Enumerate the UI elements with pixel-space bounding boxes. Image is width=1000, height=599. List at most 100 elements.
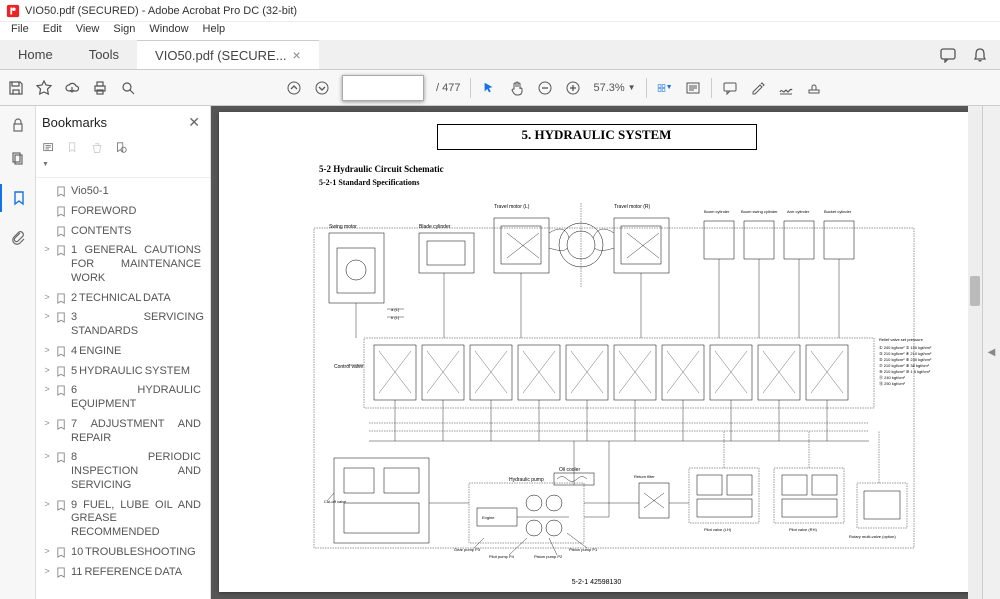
bookmark-item[interactable]: >4 ENGINE <box>38 342 208 362</box>
page-footer: 5-2-1 42598130 <box>219 579 974 586</box>
menu-window[interactable]: Window <box>142 22 195 40</box>
thumbnails-icon[interactable] <box>9 150 27 168</box>
highlight-icon[interactable] <box>750 80 766 96</box>
svg-text:⑦ 210 kgf/cm² ⑧ 38 kgf/cm²: ⑦ 210 kgf/cm² ⑧ 38 kgf/cm² <box>879 363 930 368</box>
cloud-icon[interactable] <box>64 80 80 96</box>
bookmark-icon <box>56 206 67 217</box>
bookmark-item[interactable]: >9 FUEL, LUBE OIL AND GREASE RECOMMENDED <box>38 496 208 543</box>
reflow-icon[interactable] <box>685 80 701 96</box>
pdf-icon <box>6 4 20 18</box>
bookmark-tree[interactable]: Vio50-1 FOREWORD CONTENTS >1 GENERAL CAU… <box>36 178 210 599</box>
bookmarks-panel: Bookmarks ✕ ▼ Vio50-1 FOREWORD CONTENTS … <box>36 106 211 599</box>
tab-close-icon[interactable]: × <box>293 47 301 63</box>
scrollbar-thumb[interactable] <box>970 276 980 306</box>
bell-icon[interactable] <box>972 47 988 63</box>
bookmark-icon <box>56 385 67 396</box>
svg-text:Bucket cylinder: Bucket cylinder <box>824 209 852 214</box>
menu-sign[interactable]: Sign <box>106 22 142 40</box>
svg-text:Travel motor (R): Travel motor (R) <box>614 204 651 210</box>
bookmark-icon <box>56 293 67 304</box>
titlebar: VIO50.pdf (SECURED) - Adobe Acrobat Pro … <box>0 0 1000 22</box>
bookmark-item[interactable]: Vio50-1 <box>38 182 208 202</box>
bookmark-item[interactable]: FOREWORD <box>38 202 208 222</box>
attachments-icon[interactable] <box>9 228 27 246</box>
fit-mode-icon[interactable]: ▼ <box>657 80 673 96</box>
bookmark-item[interactable]: >2 TECHNICAL DATA <box>38 289 208 309</box>
bookmark-rail-icon[interactable] <box>0 184 36 212</box>
zoom-out-icon[interactable] <box>537 80 553 96</box>
bm-find-icon[interactable] <box>114 141 128 169</box>
hand-icon[interactable] <box>509 80 525 96</box>
svg-text:a (L): a (L) <box>391 307 400 312</box>
bookmarks-close-icon[interactable]: ✕ <box>188 114 200 131</box>
svg-text:Return filter: Return filter <box>634 474 655 479</box>
svg-text:Swing motor: Swing motor <box>329 224 357 230</box>
bookmark-item[interactable]: >1 GENERAL CAUTIONS FOR MAINTENANCE WORK <box>38 241 208 288</box>
bookmark-item[interactable]: CONTENTS <box>38 222 208 242</box>
page-total-label: / 477 <box>436 82 460 94</box>
svg-text:Pilot valve (RH): Pilot valve (RH) <box>789 527 817 532</box>
lock-icon[interactable] <box>9 116 27 134</box>
zoom-select[interactable]: 57.3% ▼ <box>593 82 635 94</box>
svg-text:Piston pump P1: Piston pump P1 <box>569 547 598 552</box>
chevron-left-icon: ◀ <box>988 347 996 358</box>
bm-new-icon[interactable] <box>66 141 80 169</box>
print-icon[interactable] <box>92 80 108 96</box>
chat-icon[interactable] <box>940 47 956 63</box>
bookmark-item[interactable]: >5 HYDRAULIC SYSTEM <box>38 362 208 382</box>
right-pane-toggle[interactable]: ◀ <box>982 106 1000 599</box>
bm-delete-icon[interactable] <box>90 141 104 169</box>
svg-text:Hydraulic pump: Hydraulic pump <box>509 477 544 483</box>
stamp-icon[interactable] <box>806 80 822 96</box>
svg-text:Boom cylinder: Boom cylinder <box>704 209 730 214</box>
svg-text:① 240 kgf/cm² ② 150 kgf/cm²: ① 240 kgf/cm² ② 150 kgf/cm² <box>879 345 932 350</box>
svg-text:Cut-off valve: Cut-off valve <box>324 499 347 504</box>
menu-file[interactable]: File <box>4 22 36 40</box>
page-up-icon[interactable] <box>286 80 302 96</box>
svg-text:Arm cylinder: Arm cylinder <box>787 209 810 214</box>
bookmark-item[interactable]: >10 TROUBLESHOOTING <box>38 543 208 563</box>
bookmark-icon <box>56 547 67 558</box>
bookmark-item[interactable]: >3 SERVICING STANDARDS <box>38 308 208 342</box>
search-icon[interactable] <box>120 80 136 96</box>
svg-text:Gear pump P3: Gear pump P3 <box>454 547 481 552</box>
page-number-input[interactable] <box>342 75 424 101</box>
star-icon[interactable] <box>36 80 52 96</box>
svg-text:⑤ 210 kgf/cm² ⑥ 230 kgf/cm²: ⑤ 210 kgf/cm² ⑥ 230 kgf/cm² <box>879 357 932 362</box>
bookmark-icon <box>56 452 67 463</box>
svg-text:③ 210 kgf/cm² ④ 210 kgf/cm²: ③ 210 kgf/cm² ④ 210 kgf/cm² <box>879 351 932 356</box>
subsection-title: 5-2 Hydraulic Circuit Schematic <box>319 164 934 174</box>
document-viewport[interactable]: 5. HYDRAULIC SYSTEM 5-2 Hydraulic Circui… <box>211 106 982 599</box>
page-down-icon[interactable] <box>314 80 330 96</box>
menu-help[interactable]: Help <box>196 22 233 40</box>
save-icon[interactable] <box>8 80 24 96</box>
bookmark-icon <box>56 419 67 430</box>
svg-text:⑪ 240 kgf/cm²: ⑪ 240 kgf/cm² <box>879 374 906 380</box>
bookmark-icon <box>56 346 67 357</box>
bookmark-item[interactable]: >6 HYDRAULIC EQUIPMENT <box>38 381 208 415</box>
nav-rail <box>0 106 36 599</box>
sign-icon[interactable] <box>778 80 794 96</box>
bookmark-item[interactable]: >11 REFERENCE DATA <box>38 563 208 583</box>
zoom-in-icon[interactable] <box>565 80 581 96</box>
subsubsection-title: 5-2-1 Standard Specifications <box>319 178 934 187</box>
comment-icon[interactable] <box>722 80 738 96</box>
vertical-scrollbar[interactable] <box>968 106 982 599</box>
bookmark-item[interactable]: >8 PERIODIC INSPECTION AND SERVICING <box>38 448 208 495</box>
pointer-icon[interactable] <box>481 80 497 96</box>
tab-home[interactable]: Home <box>0 40 71 69</box>
menu-view[interactable]: View <box>69 22 107 40</box>
tab-document[interactable]: VIO50.pdf (SECURE... × <box>137 40 319 69</box>
tab-tools[interactable]: Tools <box>71 40 137 69</box>
svg-text:⑨ 210 kgf/cm² ⑩ 1.5 kgf/cm²: ⑨ 210 kgf/cm² ⑩ 1.5 kgf/cm² <box>879 369 931 374</box>
window-title: VIO50.pdf (SECURED) - Adobe Acrobat Pro … <box>25 5 297 17</box>
svg-text:Boom swing cylinder: Boom swing cylinder <box>741 209 778 214</box>
bookmark-item[interactable]: >7 ADJUSTMENT AND REPAIR <box>38 415 208 449</box>
bookmark-icon <box>56 245 67 256</box>
hydraulic-schematic: Swing motor Blade cylinder Travel motor … <box>309 193 949 563</box>
svg-text:Piston pump P2: Piston pump P2 <box>534 554 563 559</box>
menu-edit[interactable]: Edit <box>36 22 69 40</box>
bookmarks-title: Bookmarks <box>42 115 107 130</box>
bm-options-icon[interactable]: ▼ <box>42 141 56 169</box>
toolbar: / 477 57.3% ▼ ▼ <box>0 70 1000 106</box>
